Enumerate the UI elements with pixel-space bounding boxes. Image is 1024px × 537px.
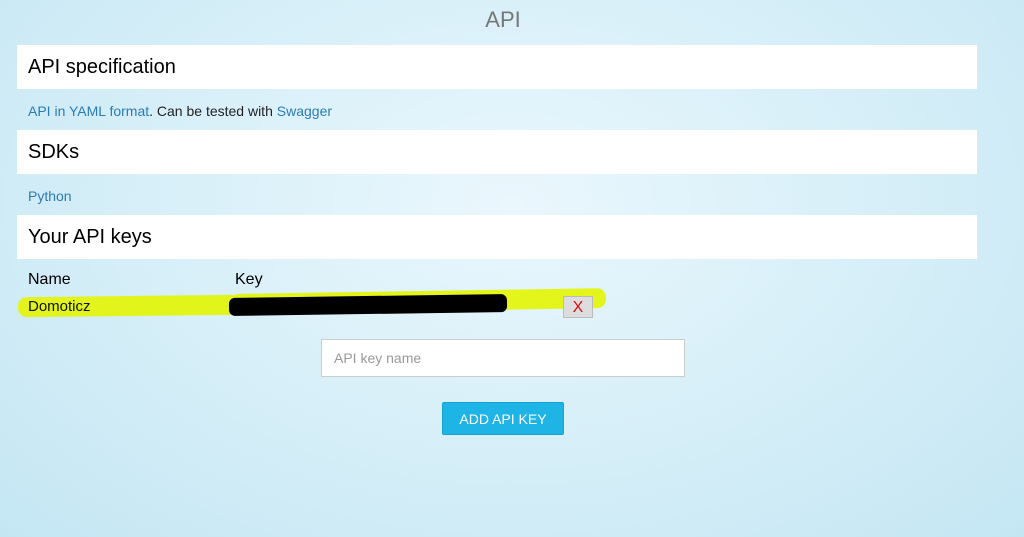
spec-middle-text: . Can be tested with (149, 103, 277, 119)
swagger-link[interactable]: Swagger (277, 103, 332, 119)
api-spec-line: API in YAML format. Can be tested with S… (28, 103, 332, 119)
api-key-name-input[interactable] (321, 339, 685, 377)
api-keys-header: Your API keys (17, 215, 977, 259)
api-key-name: Domoticz (28, 298, 91, 315)
sdks-header: SDKs (17, 130, 977, 174)
add-api-key-button[interactable]: ADD API KEY (442, 402, 564, 435)
yaml-link[interactable]: API in YAML format (28, 103, 149, 119)
delete-key-button[interactable]: X (563, 296, 593, 318)
name-column-header: Name (28, 271, 71, 288)
redacted-key-value (228, 294, 508, 316)
page-title: API (485, 7, 521, 32)
api-specification-header: API specification (17, 45, 977, 89)
python-sdk-link[interactable]: Python (28, 188, 72, 204)
key-column-header: Key (235, 271, 263, 288)
sdk-line: Python (28, 188, 72, 204)
